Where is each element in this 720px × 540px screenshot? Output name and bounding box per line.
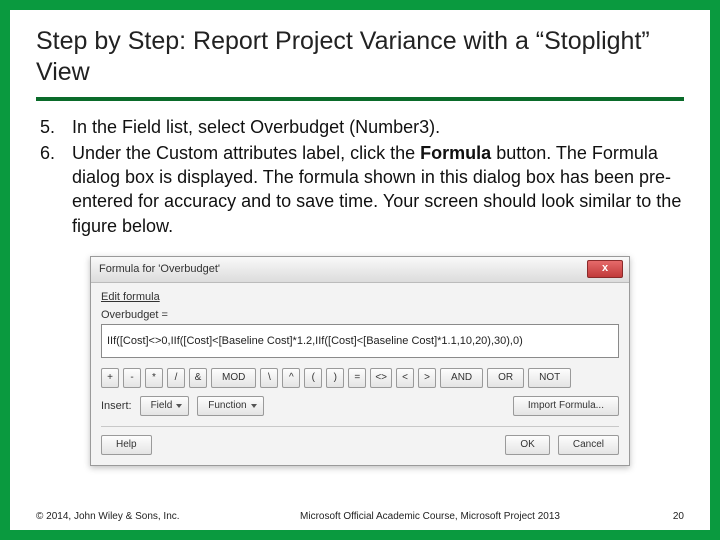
field-dropdown-button[interactable]: Field <box>140 396 190 416</box>
footer-course: Microsoft Official Academic Course, Micr… <box>216 511 644 522</box>
op-or-button[interactable]: OR <box>487 368 524 388</box>
op-plus-button[interactable]: + <box>101 368 119 388</box>
insert-row: Insert: Field Function Import Formula... <box>101 396 619 416</box>
op-rparen-button[interactable]: ) <box>326 368 344 388</box>
formula-text: IIf([Cost]<>0,IIf([Cost]<[Baseline Cost]… <box>107 335 523 347</box>
step-number: 5. <box>36 115 72 139</box>
op-intdiv-button[interactable]: \ <box>260 368 278 388</box>
op-mod-button[interactable]: MOD <box>211 368 256 388</box>
operator-row: + - * / & MOD \ ^ ( ) = <> < > AND OR NO <box>101 368 619 388</box>
chevron-down-icon <box>176 404 182 408</box>
op-div-button[interactable]: / <box>167 368 185 388</box>
slide: Step by Step: Report Project Variance wi… <box>0 0 720 540</box>
chevron-down-icon <box>251 404 257 408</box>
step-text-bold: Formula <box>420 143 491 163</box>
import-formula-button[interactable]: Import Formula... <box>513 396 619 416</box>
formula-input[interactable]: IIf([Cost]<>0,IIf([Cost]<[Baseline Cost]… <box>101 324 619 358</box>
op-neq-button[interactable]: <> <box>370 368 392 388</box>
help-button[interactable]: Help <box>101 435 152 455</box>
step-text: Under the Custom attributes label, click… <box>72 141 684 238</box>
step-text-part: Under the Custom attributes label, click… <box>72 143 420 163</box>
op-amp-button[interactable]: & <box>189 368 207 388</box>
slide-footer: © 2014, John Wiley & Sons, Inc. Microsof… <box>36 511 684 522</box>
op-lparen-button[interactable]: ( <box>304 368 322 388</box>
op-mult-button[interactable]: * <box>145 368 163 388</box>
step-text-part: In the Field list, select Overbudget (Nu… <box>72 117 440 137</box>
step-item: 5. In the Field list, select Overbudget … <box>36 115 684 139</box>
function-dropdown-label: Function <box>208 397 246 415</box>
footer-copyright: © 2014, John Wiley & Sons, Inc. <box>36 511 216 522</box>
op-gt-button[interactable]: > <box>418 368 436 388</box>
op-and-button[interactable]: AND <box>440 368 483 388</box>
field-dropdown-label: Field <box>151 397 173 415</box>
field-name-label: Overbudget = <box>101 309 619 321</box>
insert-label: Insert: <box>101 400 132 412</box>
op-lt-button[interactable]: < <box>396 368 414 388</box>
edit-formula-label: Edit formula <box>101 291 619 303</box>
cancel-button[interactable]: Cancel <box>558 435 619 455</box>
op-eq-button[interactable]: = <box>348 368 366 388</box>
step-number: 6. <box>36 141 72 238</box>
step-text: In the Field list, select Overbudget (Nu… <box>72 115 684 139</box>
op-not-button[interactable]: NOT <box>528 368 571 388</box>
slide-title: Step by Step: Report Project Variance wi… <box>36 26 684 101</box>
step-item: 6. Under the Custom attributes label, cl… <box>36 141 684 238</box>
op-pow-button[interactable]: ^ <box>282 368 300 388</box>
function-dropdown-button[interactable]: Function <box>197 396 263 416</box>
footer-page: 20 <box>644 511 684 522</box>
op-minus-button[interactable]: - <box>123 368 141 388</box>
dialog-titlebar: Formula for 'Overbudget' x <box>91 257 629 283</box>
body-text: 5. In the Field list, select Overbudget … <box>36 115 684 238</box>
dialog-footer: Help OK Cancel <box>101 426 619 455</box>
dialog-title: Formula for 'Overbudget' <box>99 263 587 275</box>
formula-dialog: Formula for 'Overbudget' x Edit formula … <box>90 256 630 466</box>
ok-button[interactable]: OK <box>505 435 549 455</box>
close-button[interactable]: x <box>587 260 623 278</box>
